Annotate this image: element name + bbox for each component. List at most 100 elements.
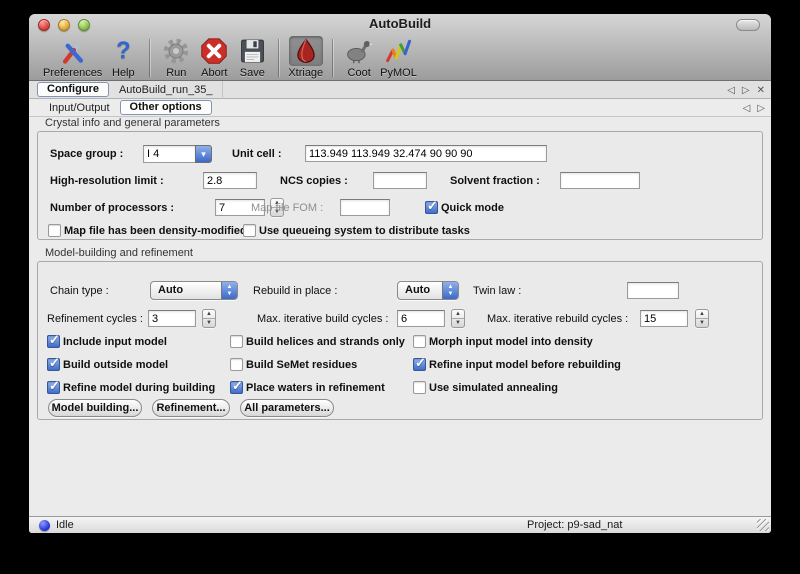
refine-before-rebuild-checkbox[interactable] xyxy=(413,358,426,371)
title-bar[interactable]: AutoBuild xyxy=(29,14,771,34)
build-helices-label: Build helices and strands only xyxy=(246,335,405,349)
refine-during-building-label: Refine model during building xyxy=(63,381,215,395)
space-group-combo[interactable]: ▾ xyxy=(143,145,212,163)
solvent-fraction-input[interactable] xyxy=(560,172,640,189)
quick-mode-checkbox[interactable] xyxy=(425,201,438,214)
refinement-cycles-stepper[interactable]: ▲ ▼ xyxy=(202,309,216,328)
stepper-up-icon[interactable]: ▲ xyxy=(452,310,464,319)
resize-grip[interactable] xyxy=(757,519,769,531)
include-input-model-checkbox[interactable] xyxy=(47,335,60,348)
subtab-scroll-left-icon[interactable]: ◁ xyxy=(743,103,751,114)
help-icon: ? xyxy=(106,36,140,66)
build-semet-label: Build SeMet residues xyxy=(246,358,357,372)
place-waters-checkbox[interactable] xyxy=(230,381,243,394)
tab-scroll-left-icon[interactable]: ◁ xyxy=(727,85,735,96)
twin-law-label: Twin law : xyxy=(473,282,521,300)
subtab-scroll-right-icon[interactable]: ▷ xyxy=(757,103,765,114)
simulated-annealing-checkbox[interactable] xyxy=(413,381,426,394)
toolbar-label: Preferences xyxy=(43,67,102,79)
queueing-checkbox[interactable] xyxy=(243,224,256,237)
toolbar-label: PyMOL xyxy=(380,67,417,79)
window-title: AutoBuild xyxy=(29,14,771,34)
toolbar-label: Coot xyxy=(348,67,371,79)
chain-type-popup[interactable]: Auto ▲▼ xyxy=(150,281,238,300)
all-parameters-button[interactable]: All parameters... xyxy=(240,399,334,417)
tab-input-output[interactable]: Input/Output xyxy=(39,102,120,114)
popup-arrows-icon: ▲▼ xyxy=(221,282,237,299)
toolbar-label: Help xyxy=(112,67,135,79)
build-semet-checkbox[interactable] xyxy=(230,358,243,371)
toolbar-separator xyxy=(149,39,150,77)
refine-during-building-checkbox[interactable] xyxy=(47,381,60,394)
map-fom-input[interactable] xyxy=(340,199,390,216)
build-helices-checkbox[interactable] xyxy=(230,335,243,348)
stepper-up-icon[interactable]: ▲ xyxy=(203,310,215,319)
popup-arrows-icon: ▲▼ xyxy=(442,282,458,299)
build-cycles-label: Max. iterative build cycles : xyxy=(257,310,388,328)
refinement-button[interactable]: Refinement... xyxy=(152,399,230,417)
refinement-cycles-input[interactable] xyxy=(148,310,196,327)
toolbar-button-run[interactable]: Run xyxy=(159,36,193,79)
build-outside-label: Build outside model xyxy=(63,358,168,372)
coot-bird-icon xyxy=(342,36,376,66)
space-group-label: Space group : xyxy=(50,145,123,163)
traffic-lights xyxy=(38,19,90,31)
build-cycles-stepper[interactable]: ▲ ▼ xyxy=(451,309,465,328)
toolbar-button-help[interactable]: ? Help xyxy=(106,36,140,79)
toolbar-button-abort[interactable]: Abort xyxy=(197,36,231,79)
crystal-group-title: Crystal info and general parameters xyxy=(45,117,220,129)
twin-law-input[interactable] xyxy=(627,282,679,299)
rebuild-in-place-popup[interactable]: Auto ▲▼ xyxy=(397,281,459,300)
space-group-input[interactable] xyxy=(143,145,195,163)
toolbar-button-preferences[interactable]: Preferences xyxy=(43,36,102,79)
refine-before-rebuild-label: Refine input model before rebuilding xyxy=(429,358,621,372)
simulated-annealing-label: Use simulated annealing xyxy=(429,381,558,395)
tab-other-options[interactable]: Other options xyxy=(120,100,212,115)
morph-model-checkbox[interactable] xyxy=(413,335,426,348)
nproc-label: Number of processors : xyxy=(50,199,174,217)
tab-scroll-right-icon[interactable]: ▷ xyxy=(742,85,750,96)
floppy-disk-icon xyxy=(235,36,269,66)
density-modified-label: Map file has been density-modified xyxy=(64,224,247,238)
toolbar-button-coot[interactable]: Coot xyxy=(342,36,376,79)
rebuild-cycles-stepper[interactable]: ▲ ▼ xyxy=(695,309,709,328)
rebuild-cycles-label: Max. iterative rebuild cycles : xyxy=(487,310,628,328)
high-res-input[interactable] xyxy=(203,172,257,189)
tab-autobuild-run-35[interactable]: AutoBuild_run_35_ xyxy=(109,84,223,96)
main-tab-bar: Configure AutoBuild_run_35_ ◁ ▷ ✕ xyxy=(29,81,771,99)
status-bar: Idle Project: p9-sad_nat xyxy=(29,516,771,533)
minimize-window-button[interactable] xyxy=(58,19,70,31)
toolbar-toggle-button[interactable] xyxy=(736,19,760,31)
toolbar-button-save[interactable]: Save xyxy=(235,36,269,79)
include-input-model-label: Include input model xyxy=(63,335,167,349)
stepper-down-icon[interactable]: ▼ xyxy=(696,319,708,327)
unit-cell-input[interactable] xyxy=(305,145,547,162)
chevron-down-icon[interactable]: ▾ xyxy=(195,145,212,163)
tab-configure[interactable]: Configure xyxy=(37,82,109,97)
sub-tab-bar: Input/Output Other options ◁ ▷ xyxy=(29,99,771,117)
toolbar-button-pymol[interactable]: PyMOL xyxy=(380,36,417,79)
stepper-down-icon[interactable]: ▼ xyxy=(452,319,464,327)
status-text: Idle xyxy=(56,517,74,533)
close-window-button[interactable] xyxy=(38,19,50,31)
abort-octagon-icon xyxy=(197,36,231,66)
refinement-cycles-label: Refinement cycles : xyxy=(47,310,143,328)
ncs-copies-input[interactable] xyxy=(373,172,427,189)
zoom-window-button[interactable] xyxy=(78,19,90,31)
stepper-up-icon[interactable]: ▲ xyxy=(696,310,708,319)
density-modified-checkbox[interactable] xyxy=(48,224,61,237)
model-group-title: Model-building and refinement xyxy=(45,247,193,259)
toolbar-button-xtriage[interactable]: Xtriage xyxy=(288,36,323,79)
project-label: Project: p9-sad_nat xyxy=(527,517,622,533)
stepper-down-icon[interactable]: ▼ xyxy=(203,319,215,327)
model-building-button[interactable]: Model building... xyxy=(48,399,142,417)
unit-cell-label: Unit cell : xyxy=(232,145,282,163)
rebuild-cycles-input[interactable] xyxy=(640,310,688,327)
options-panel: Crystal info and general parameters Spac… xyxy=(29,117,771,516)
build-cycles-input[interactable] xyxy=(397,310,445,327)
rebuild-in-place-label: Rebuild in place : xyxy=(253,282,337,300)
toolbar-separator xyxy=(332,39,333,77)
high-res-label: High-resolution limit : xyxy=(50,172,164,190)
tab-close-icon[interactable]: ✕ xyxy=(757,85,765,96)
build-outside-checkbox[interactable] xyxy=(47,358,60,371)
